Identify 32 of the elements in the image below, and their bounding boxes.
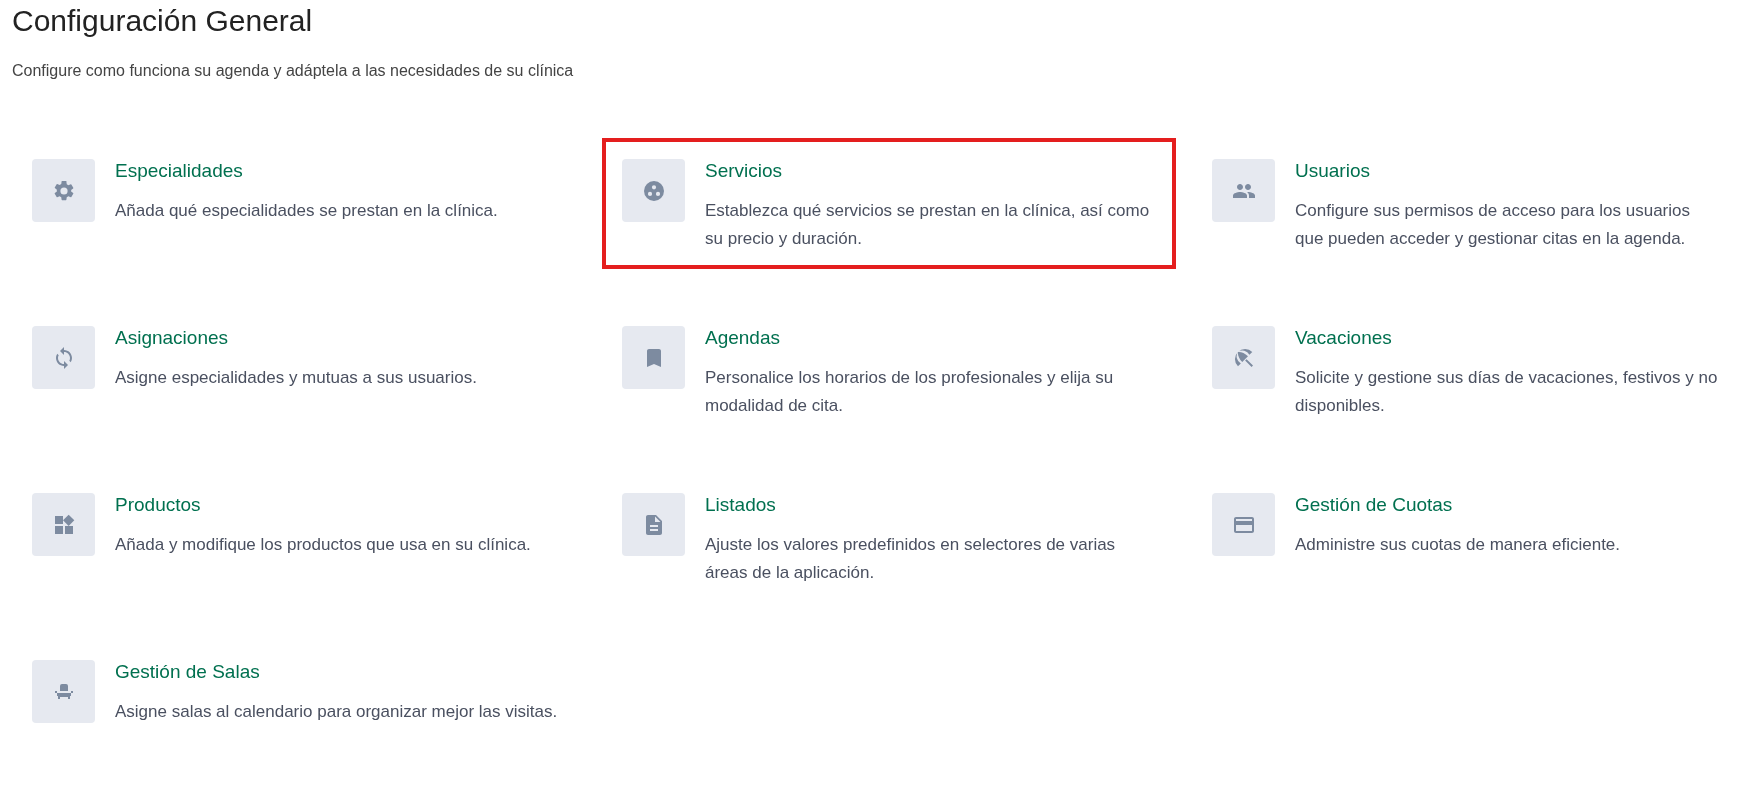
settings-card[interactable]: Gestión de Cuotas Administre sus cuotas de manera eficiente.	[1192, 472, 1740, 603]
card-description: Administre sus cuotas de manera eficiente.	[1295, 534, 1621, 556]
card-description: Solicite y gestione sus días de vacaciones, festivos y no disponibles.	[1295, 367, 1719, 417]
card-description: Asigne especialidades y mutuas a sus usuarios.	[115, 367, 477, 389]
page-title: Configuración General	[12, 3, 314, 39]
card-description: Establezca qué servicios se prestan en la clínica, así como su precio y duración.	[705, 200, 1151, 250]
card-title: Agendas	[705, 326, 781, 350]
settings-card[interactable]: Listados Ajuste los valores predefinidos en selectores de varias áreas de la aplicación.	[602, 472, 1176, 603]
settings-card[interactable]: Vacaciones Solicite y gestione sus días de vacaciones, festivos y no disponibles.	[1192, 305, 1740, 436]
settings-card[interactable]: Asignaciones Asigne especialidades y mutuas a sus usuarios.	[12, 305, 586, 436]
settings-card[interactable]: Especialidades Añada qué especialidades se prestan en la clínica.	[12, 138, 586, 269]
card-description: Ajuste los valores predefinidos en selectores de varias áreas de la aplicación.	[705, 534, 1117, 584]
page-subtitle: Configure como funciona su agenda y adáptela a las necesidades de su clínica	[12, 62, 575, 80]
card-description: Añada qué especialidades se prestan en la clínica.	[115, 200, 498, 222]
settings-card[interactable]: Agendas Personalice los horarios de los profesionales y elija su modalidad de cita.	[602, 305, 1176, 436]
card-title: Servicios	[705, 159, 784, 183]
card-title: Especialidades	[115, 159, 244, 183]
card-title: Gestión de Cuotas	[1295, 493, 1454, 517]
card-description: Asigne salas al calendario para organizar mejor las visitas.	[115, 701, 558, 723]
card-title: Productos	[115, 493, 202, 517]
card-description: Personalice los horarios de los profesionales y elija su modalidad de cita.	[705, 367, 1115, 417]
card-title: Asignaciones	[115, 326, 230, 350]
card-title: Usuarios	[1295, 159, 1371, 183]
card-title: Gestión de Salas	[115, 660, 261, 684]
settings-card[interactable]: Usuarios Configure sus permisos de acceso para los usuarios que pueden acceder y gestionar citas en la agenda.	[1192, 138, 1740, 269]
card-description: Añada y modifique los productos que usa en su clínica.	[115, 534, 531, 556]
card-title: Listados	[705, 493, 777, 517]
card-description: Configure sus permisos de acceso para los usuarios que pueden acceder y gestionar citas en la agenda.	[1295, 200, 1691, 250]
settings-card[interactable]: Productos Añada y modifique los productos que usa en su clínica.	[12, 472, 586, 603]
card-title: Vacaciones	[1295, 326, 1393, 350]
settings-card[interactable]: Servicios Establezca qué servicios se prestan en la clínica, así como su precio y duración.	[602, 138, 1176, 269]
settings-card[interactable]: Gestión de Salas Asigne salas al calendario para organizar mejor las visitas.	[12, 639, 586, 742]
